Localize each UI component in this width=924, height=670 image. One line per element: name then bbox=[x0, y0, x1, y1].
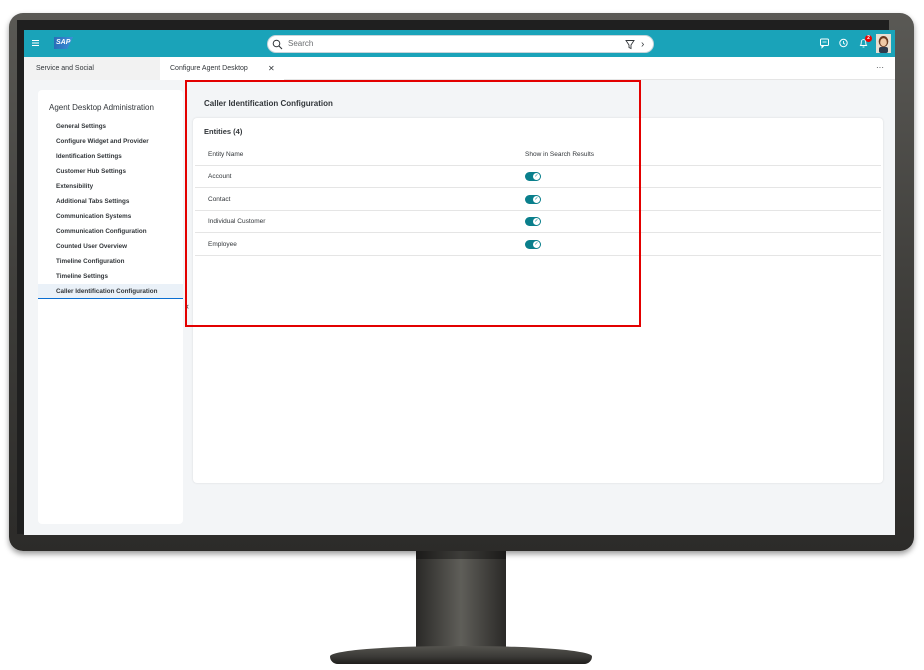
show-in-search-toggle[interactable]: ✓ bbox=[525, 217, 541, 226]
shell-bar: SAP Search › 2 bbox=[24, 30, 895, 57]
sidebar-item-configure-widget-and-provider[interactable]: Configure Widget and Provider bbox=[38, 134, 183, 149]
overflow-more-icon[interactable]: ··· bbox=[876, 57, 884, 78]
screen: SAP Search › 2 Service and Social Config… bbox=[24, 30, 895, 535]
sidebar-item-counted-user-overview[interactable]: Counted User Overview bbox=[38, 239, 183, 254]
search-input[interactable]: Search › bbox=[267, 35, 654, 53]
table-row: Contact ✓ bbox=[195, 189, 881, 211]
monitor-stand-neck bbox=[416, 551, 506, 651]
check-icon: ✓ bbox=[533, 173, 540, 180]
search-icon bbox=[272, 39, 283, 50]
show-in-search-toggle[interactable]: ✓ bbox=[525, 172, 541, 181]
show-in-search-toggle[interactable]: ✓ bbox=[525, 240, 541, 249]
notification-badge: 2 bbox=[865, 35, 872, 42]
sidebar-item-customer-hub-settings[interactable]: Customer Hub Settings bbox=[38, 164, 183, 179]
page-title: Caller Identification Configuration bbox=[204, 99, 333, 108]
sap-logo[interactable]: SAP bbox=[54, 37, 73, 49]
admin-sidebar: Agent Desktop Administration General Set… bbox=[38, 90, 183, 524]
monitor-stand-base bbox=[330, 646, 592, 664]
check-icon: ✓ bbox=[533, 241, 540, 248]
collapse-sidebar-icon[interactable]: ‹ bbox=[186, 301, 189, 311]
table-row: Account ✓ bbox=[195, 166, 881, 188]
chevron-right-icon[interactable]: › bbox=[641, 39, 649, 50]
entities-card: Entities (4) Entity Name Show in Search … bbox=[193, 118, 883, 483]
entities-count-title: Entities (4) bbox=[204, 127, 243, 136]
feedback-icon[interactable] bbox=[819, 37, 830, 49]
sidebar-item-additional-tabs-settings[interactable]: Additional Tabs Settings bbox=[38, 194, 183, 209]
history-icon[interactable] bbox=[838, 37, 849, 49]
entity-name: Employee bbox=[208, 241, 237, 248]
monitor-stand-shadow bbox=[416, 551, 506, 559]
entity-name: Account bbox=[208, 173, 232, 180]
sidebar-item-extensibility[interactable]: Extensibility bbox=[38, 179, 183, 194]
hamburger-menu-icon[interactable] bbox=[31, 37, 42, 49]
tab-service-and-social[interactable]: Service and Social bbox=[24, 57, 160, 80]
close-icon[interactable]: ✕ bbox=[268, 57, 275, 80]
table-row: Individual Customer ✓ bbox=[195, 211, 881, 233]
column-header-show-in-search-results: Show in Search Results bbox=[525, 151, 595, 158]
show-in-search-toggle[interactable]: ✓ bbox=[525, 195, 541, 204]
search-placeholder: Search bbox=[288, 39, 314, 48]
sidebar-item-general-settings[interactable]: General Settings bbox=[38, 119, 183, 134]
sidebar-item-communication-configuration[interactable]: Communication Configuration bbox=[38, 224, 183, 239]
column-header-entity-name: Entity Name bbox=[208, 151, 244, 158]
sidebar-item-timeline-settings[interactable]: Timeline Settings bbox=[38, 269, 183, 284]
check-icon: ✓ bbox=[533, 218, 540, 225]
filter-icon[interactable] bbox=[625, 39, 635, 50]
sidebar-item-communication-systems[interactable]: Communication Systems bbox=[38, 209, 183, 224]
entity-name: Contact bbox=[208, 196, 231, 203]
table-row: Employee ✓ bbox=[195, 234, 881, 256]
check-icon: ✓ bbox=[533, 196, 540, 203]
sidebar-title: Agent Desktop Administration bbox=[49, 103, 154, 112]
sidebar-item-caller-identification-configuration[interactable]: Caller Identification Configuration bbox=[38, 284, 183, 299]
sidebar-item-timeline-configuration[interactable]: Timeline Configuration bbox=[38, 254, 183, 269]
tab-configure-agent-desktop[interactable]: Configure Agent Desktop bbox=[160, 57, 284, 80]
avatar[interactable] bbox=[876, 34, 891, 53]
tab-bar: Service and Social Configure Agent Deskt… bbox=[24, 57, 895, 80]
entity-name: Individual Customer bbox=[208, 218, 266, 225]
sidebar-item-identification-settings[interactable]: Identification Settings bbox=[38, 149, 183, 164]
